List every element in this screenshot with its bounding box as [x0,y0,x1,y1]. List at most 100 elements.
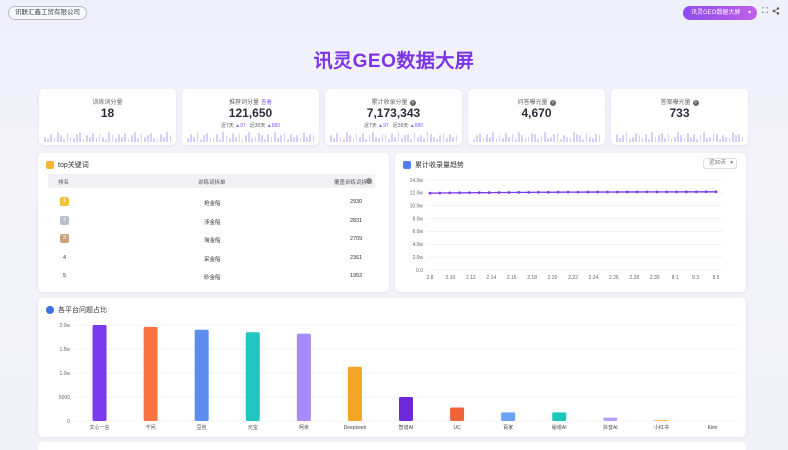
trend-point[interactable] [694,190,698,194]
platform-bar[interactable] [143,326,158,421]
chevron-down-icon: ▾ [730,160,733,166]
trend-point[interactable] [665,190,669,194]
sparkline-bar [187,137,189,142]
trend-point[interactable] [537,190,540,194]
table-row[interactable]: 2 涉金船 2831 [48,212,375,230]
sparkline-bar [579,135,581,142]
sparkline-bar [482,137,485,142]
trend-point[interactable] [596,190,600,194]
sparkline-bar [166,132,169,142]
range-select[interactable]: 近30天 ▾ [703,158,737,169]
sparkline-bar [143,136,146,142]
y-tick-label: 14.0w [410,178,424,184]
trend-point[interactable] [497,191,501,194]
platform-bar[interactable] [501,412,516,421]
sparkline-bar [134,132,136,142]
sparkline-bar [563,135,565,142]
trend-point[interactable] [487,191,491,194]
keyword-count: 2831 [350,217,363,224]
trend-point[interactable] [546,190,550,194]
sparkline-bar [306,136,308,142]
fullscreen-icon[interactable]: ⛶ [761,7,769,15]
sparkline-bar [553,134,556,142]
trend-point[interactable] [477,191,481,195]
sparkline-bar [199,138,202,142]
y-tick-label: 6.0w [412,229,423,235]
x-tick-label: 2.12 [466,275,476,281]
trend-point[interactable] [606,190,609,194]
x-category-label: Kimi [708,425,718,431]
trend-point[interactable] [556,190,560,194]
table-row[interactable]: 1 抢金船 2930 [48,193,375,211]
sparkline-bar [407,134,409,142]
platform-bar[interactable] [552,412,567,421]
trend-point[interactable] [625,190,629,194]
trend-point[interactable] [517,191,521,194]
sparkline-bar [712,133,715,142]
rank-value: 2 [63,216,66,223]
platform-bar[interactable] [347,366,362,421]
platform-bar[interactable] [296,333,311,421]
sparkline-bar [400,137,403,142]
table-row[interactable]: 5 砂金船 1952 [48,267,375,285]
trend-point[interactable] [635,190,639,194]
trend-point[interactable] [714,190,718,194]
sparkline-bar [455,135,458,142]
sparkline-bar [222,132,225,142]
trend-point[interactable] [685,190,688,194]
platform-bar[interactable] [92,325,107,421]
table-row[interactable]: 3 淘金船 2709 [48,230,375,248]
trend-point[interactable] [507,191,511,194]
chevron-down-icon: ▾ [747,10,751,16]
sparkline-bar [397,132,400,142]
sparkline-bar [203,135,205,142]
trend-point[interactable] [576,190,580,194]
platform-bar[interactable] [245,332,260,421]
trend-point[interactable] [586,190,590,194]
trend-point[interactable] [468,191,471,195]
stat-label: 累计收录分量? [325,97,462,106]
trend-point[interactable] [438,191,442,195]
x-tick-label: 2.22 [568,275,578,281]
sparkline-bar [420,135,422,142]
trend-point[interactable] [458,191,461,195]
sparkline-bar [715,134,718,142]
sparkline-bar [375,136,377,142]
trend-point[interactable] [566,190,570,194]
trend-point[interactable] [615,190,619,194]
sparkline-bar [413,133,416,142]
y-tick-label: 2.0w [59,323,70,329]
table-row[interactable]: 4 采金船 2361 [48,249,375,267]
dashboard-switcher[interactable]: 讯灵GEO数据大屏 ▾ [683,6,757,20]
stat-subs: 近7天 ▲97 近30天 ▲880 [182,122,319,129]
sparkline-bar [381,134,384,142]
sparkline-bar [273,132,276,142]
trend-point[interactable] [645,190,649,194]
sparkline-bar [261,135,263,142]
sparkline-bar [111,135,114,142]
sparkline-bar [330,135,332,142]
platform-bar[interactable] [399,397,413,421]
x-tick-label: 2.16 [507,275,517,281]
platform-bar[interactable] [194,329,209,421]
sparkline-bar [661,133,663,142]
sparkline-bar [644,134,647,142]
platform-bar[interactable] [450,407,465,421]
sparkline-bar [641,137,644,142]
sparkline-bar [473,138,475,142]
trend-point[interactable] [675,190,678,194]
sparkline-bar [598,135,601,142]
sparkline-bar [212,136,215,142]
platform-bar[interactable] [654,420,669,421]
platform-bar[interactable] [603,417,618,421]
sparkline-bar [66,133,69,142]
trend-point[interactable] [704,190,708,194]
sparkline-bar [270,136,273,142]
trend-point[interactable] [655,190,659,194]
trend-point[interactable] [527,190,531,194]
trend-point[interactable] [428,191,432,195]
share-icon[interactable] [772,7,780,15]
x-tick-label: 2.24 [589,275,599,281]
trend-point[interactable] [448,191,452,195]
stat-label: 问答曝光量? [468,97,605,106]
